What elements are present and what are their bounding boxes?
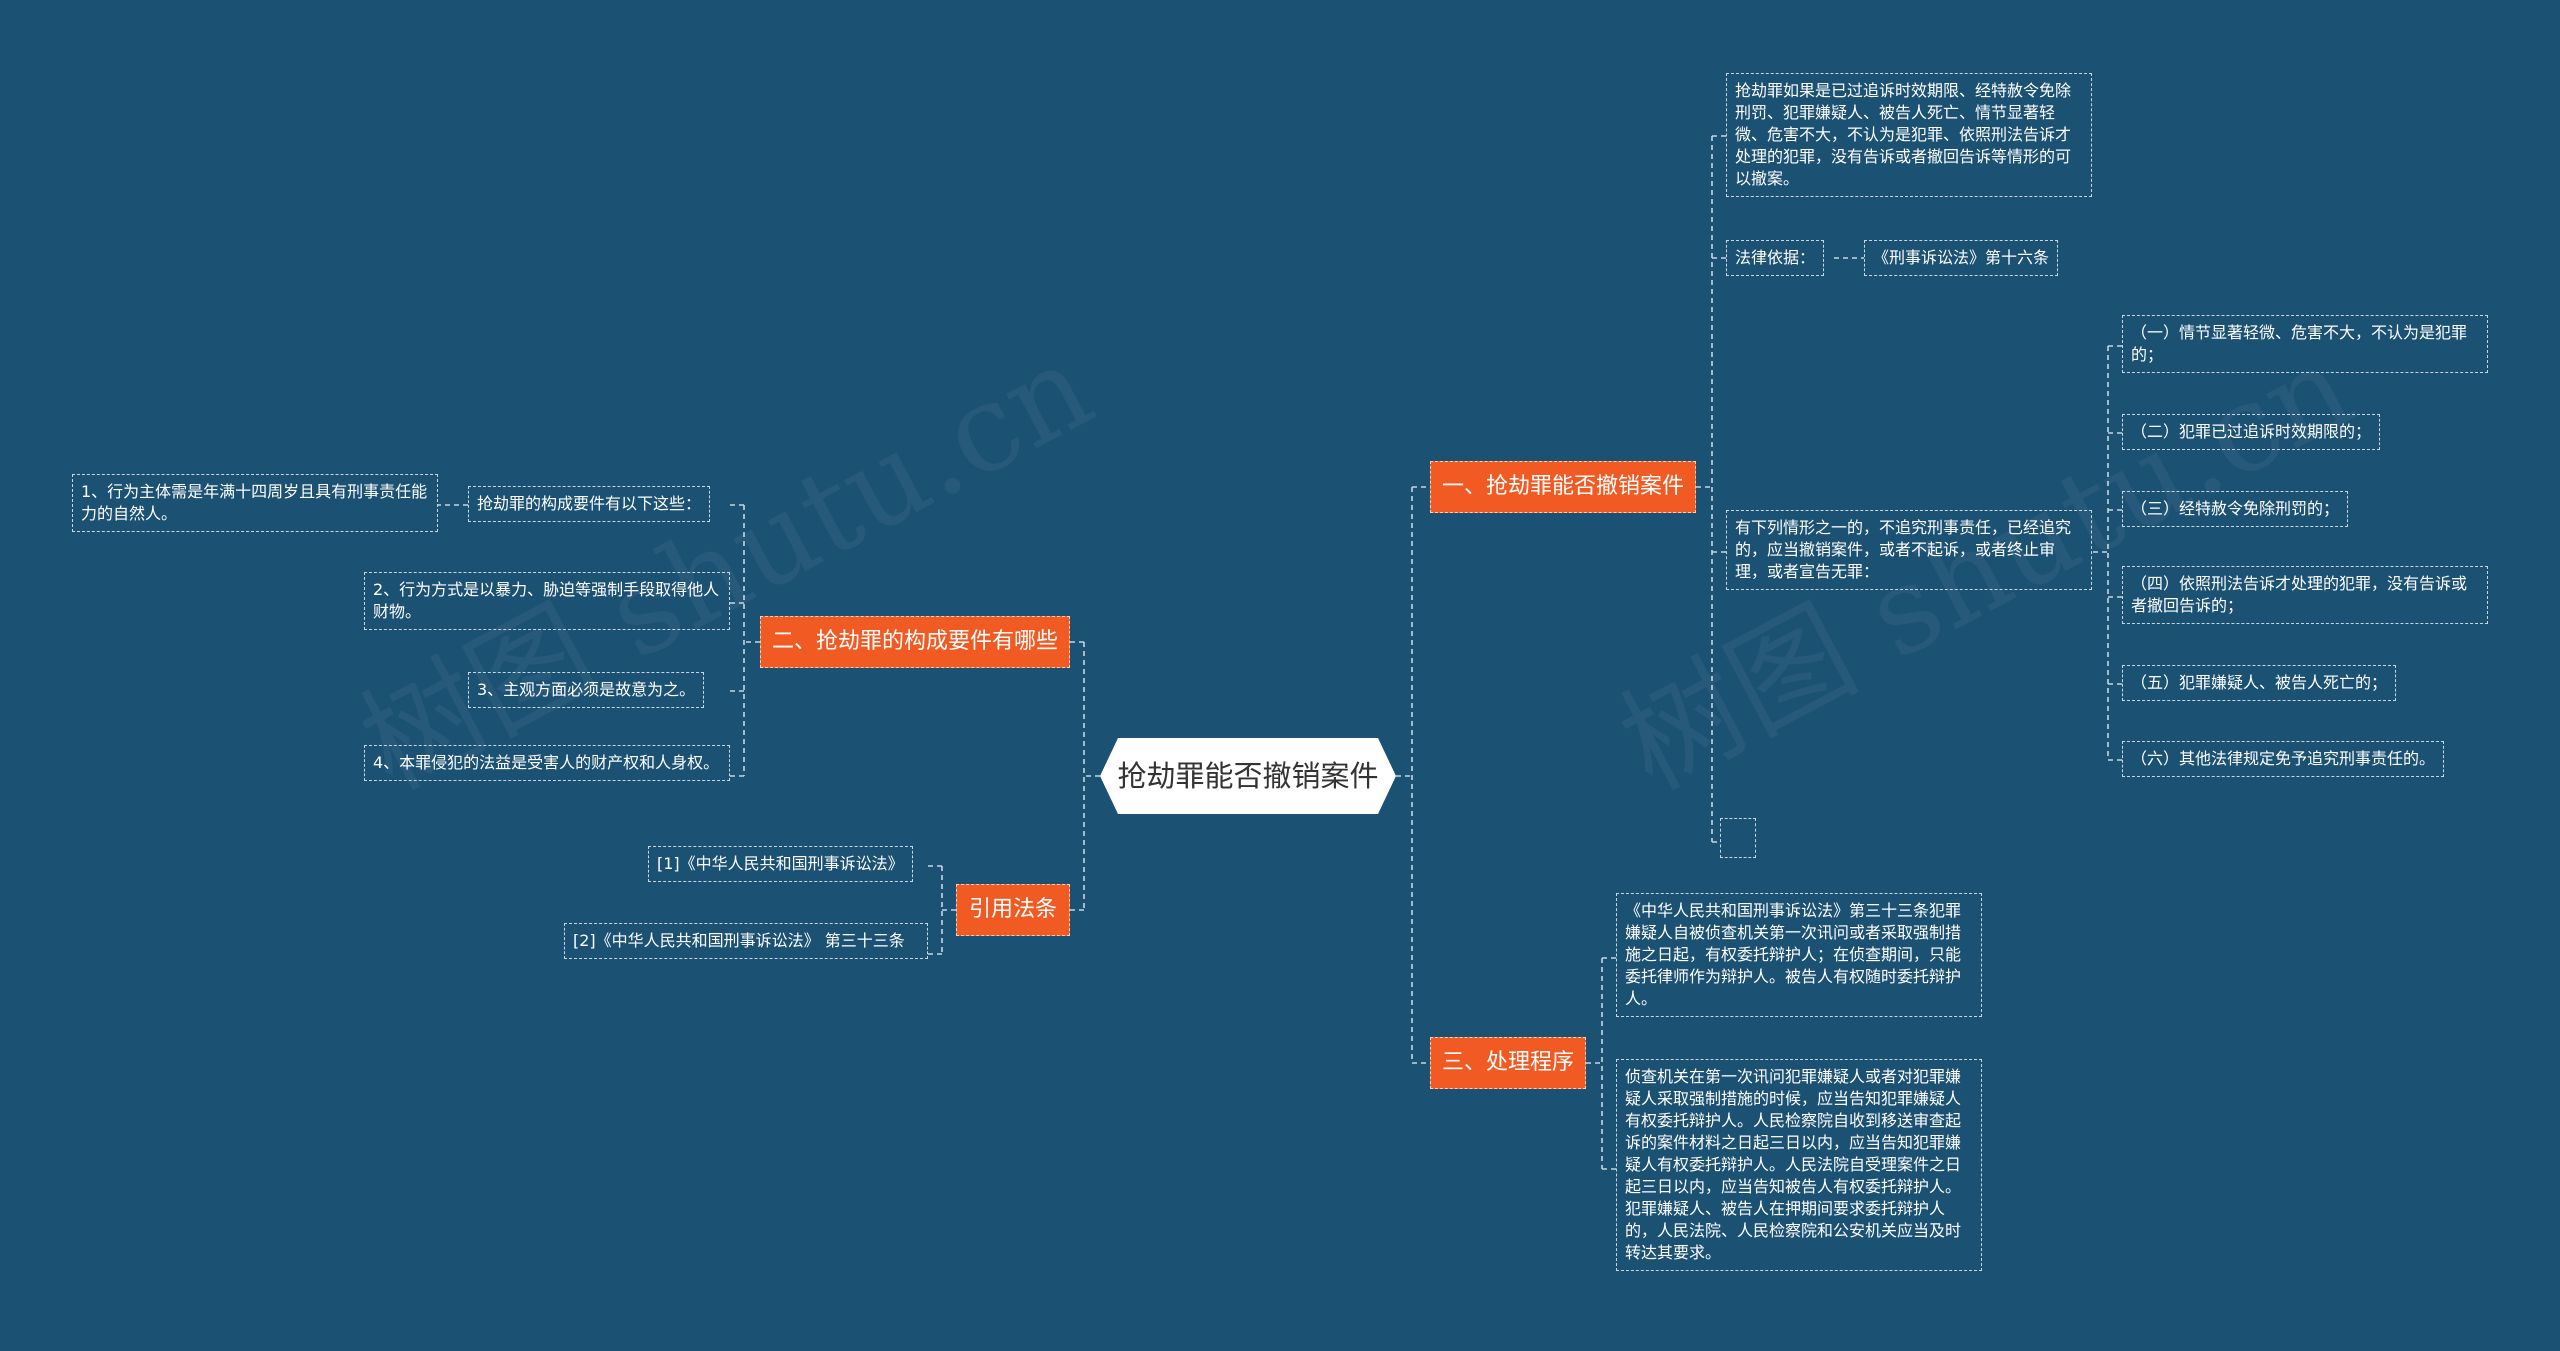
root-node[interactable]: 抢劫罪能否撤销案件	[1100, 738, 1396, 814]
situation-item-6: （六）其他法律规定免予追究刑事责任的。	[2122, 741, 2445, 777]
connector-b1	[1696, 135, 1726, 843]
b1-law-ref: 《刑事诉讼法》第十六条	[1864, 240, 2059, 276]
b1-summary-text: 抢劫罪如果是已过追诉时效期限、经特赦令免除刑罚、犯罪嫌疑人、被告人死亡、情节显著…	[1726, 73, 2092, 197]
connector-root-left	[1070, 641, 1100, 911]
situation-item-3: （三）经特赦令免除刑罚的；	[2122, 491, 2349, 527]
b3-item-1: 《中华人民共和国刑事诉讼法》第三十三条犯罪嫌疑人自被侦查机关第一次讯问或者采取强…	[1616, 893, 1982, 1017]
b1-empty-node	[1720, 818, 1756, 858]
b2-item-4: 4、本罪侵犯的法益是受害人的财产权和人身权。	[364, 745, 730, 781]
situation-item-2: （二）犯罪已过追诉时效期限的；	[2122, 414, 2381, 450]
branch-1-node[interactable]: 一、抢劫罪能否撤销案件	[1430, 461, 1696, 513]
branch-2-node[interactable]: 二、抢劫罪的构成要件有哪些	[760, 616, 1070, 668]
connector-root-right	[1396, 486, 1430, 1064]
situation-item-1: （一）情节显著轻微、危害不大，不认为是犯罪的；	[2122, 315, 2488, 373]
b2-intro: 抢劫罪的构成要件有以下这些：	[468, 486, 711, 522]
branch-4-node[interactable]: 引用法条	[956, 884, 1070, 936]
branch-3-node[interactable]: 三、处理程序	[1430, 1037, 1586, 1089]
b2-item-3: 3、主观方面必须是故意为之。	[468, 672, 705, 708]
b1-situations-intro: 有下列情形之一的，不追究刑事责任，已经追究的，应当撤销案件，或者不起诉，或者终止…	[1726, 510, 2092, 590]
b4-item-1: [1]《中华人民共和国刑事诉讼法》	[648, 846, 913, 882]
b2-item-2: 2、行为方式是以暴力、胁迫等强制手段取得他人财物。	[364, 572, 730, 630]
connector-b2	[730, 504, 760, 777]
situation-item-5: （五）犯罪嫌疑人、被告人死亡的；	[2122, 665, 2397, 701]
connector-b4	[928, 865, 956, 955]
b4-item-2: [2]《中华人民共和国刑事诉讼法》 第三十三条	[564, 923, 928, 959]
connector-b3	[1586, 957, 1616, 1170]
watermark: 树图 shutu.cn	[339, 317, 1114, 817]
situation-item-4: （四）依照刑法告诉才处理的犯罪，没有告诉或者撤回告诉的；	[2122, 566, 2488, 624]
connector-situations	[2093, 345, 2122, 761]
b1-law-label: 法律依据：	[1726, 240, 1825, 276]
b3-item-2: 侦查机关在第一次讯问犯罪嫌疑人或者对犯罪嫌疑人采取强制措施的时候，应当告知犯罪嫌…	[1616, 1059, 1982, 1271]
b2-item-1: 1、行为主体需是年满十四周岁且具有刑事责任能力的自然人。	[72, 474, 438, 532]
